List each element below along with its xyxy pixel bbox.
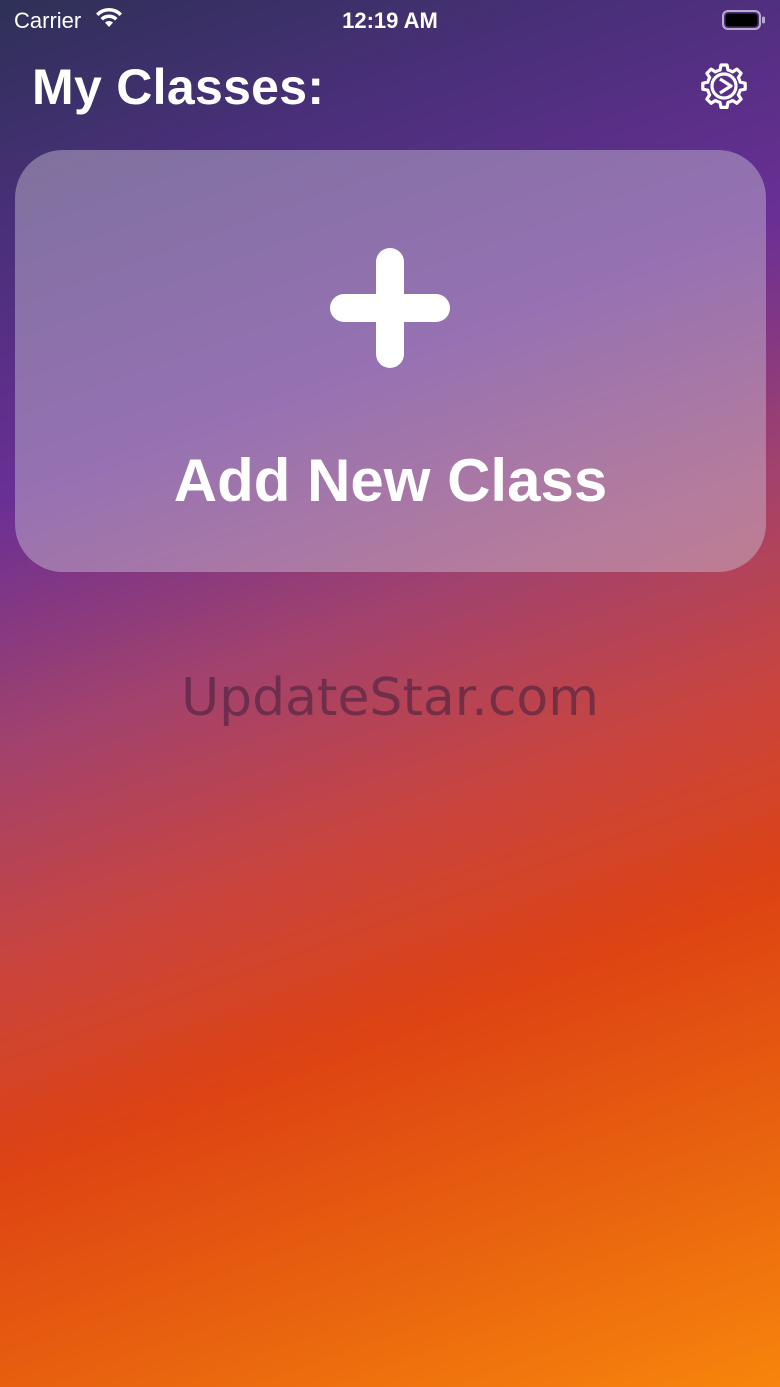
settings-button[interactable] [700,62,748,110]
watermark: UpdateStar.com [181,668,599,728]
battery-icon [722,10,765,30]
add-new-class-label: Add New Class [173,447,608,514]
add-new-class-button[interactable]: Add New Class [15,150,766,572]
gear-icon [701,63,747,109]
status-bar: Carrier 12:19 AM [0,0,780,40]
plus-icon [330,248,450,368]
page-title: My Classes: [32,59,325,115]
status-time: 12:19 AM [342,8,438,33]
